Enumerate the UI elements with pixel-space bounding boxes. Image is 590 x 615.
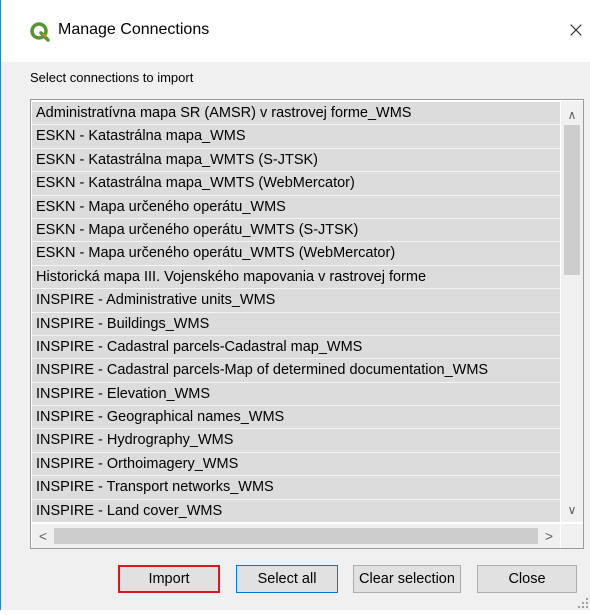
- scroll-right-icon[interactable]: >: [538, 524, 560, 548]
- scroll-up-icon[interactable]: ∧: [561, 105, 583, 125]
- connection-list-item[interactable]: ESKN - Katastrálna mapa_WMTS (WebMercato…: [32, 172, 560, 196]
- connection-list-item[interactable]: INSPIRE - Elevation_WMS: [32, 382, 560, 407]
- connection-list-item[interactable]: ESKN - Mapa určeného operátu_WMTS (WebMe…: [32, 242, 560, 266]
- close-icon[interactable]: ×: [562, 14, 590, 48]
- resize-grip-icon[interactable]: [576, 596, 590, 610]
- connection-list-item[interactable]: Historická mapa III. Vojenského mapovani…: [32, 265, 560, 290]
- qgis-icon: [30, 22, 50, 42]
- connection-list-item[interactable]: INSPIRE - Buildings_WMS: [32, 312, 560, 336]
- scroll-down-icon[interactable]: ∨: [561, 500, 583, 520]
- clear-selection-button[interactable]: Clear selection: [353, 565, 461, 593]
- vertical-scroll-thumb[interactable]: [564, 125, 580, 275]
- connection-list-item[interactable]: INSPIRE - Cadastral parcels-Cadastral ma…: [32, 335, 560, 360]
- horizontal-scroll-thumb[interactable]: [54, 528, 538, 544]
- select-all-button[interactable]: Select all: [236, 565, 338, 593]
- import-button[interactable]: Import: [118, 565, 220, 593]
- close-button[interactable]: Close: [477, 565, 577, 593]
- scroll-left-icon[interactable]: <: [32, 524, 54, 548]
- horizontal-scrollbar[interactable]: < >: [32, 524, 560, 548]
- window-title: Manage Connections: [58, 21, 210, 38]
- scrollbar-corner: [561, 524, 583, 548]
- connection-list-item[interactable]: INSPIRE - Transport networks_WMS: [32, 476, 560, 500]
- vertical-scrollbar[interactable]: ∧ ∨: [561, 101, 583, 522]
- manage-connections-dialog: Manage Connections × Select connections …: [0, 0, 590, 610]
- title-bar[interactable]: Manage Connections ×: [1, 0, 590, 62]
- connection-list-item[interactable]: ESKN - Katastrálna mapa_WMS: [32, 125, 560, 149]
- connection-list-item[interactable]: ESKN - Mapa určeného operátu_WMS: [32, 195, 560, 219]
- select-connections-label: Select connections to import: [30, 70, 194, 85]
- connections-list-items: Administratívna mapa SR (AMSR) v rastrov…: [32, 102, 560, 522]
- connections-list[interactable]: Administratívna mapa SR (AMSR) v rastrov…: [30, 99, 584, 549]
- connection-list-item[interactable]: Administratívna mapa SR (AMSR) v rastrov…: [32, 102, 560, 126]
- connection-list-item[interactable]: INSPIRE - Land cover_WMS: [32, 499, 560, 522]
- connection-list-item[interactable]: INSPIRE - Cadastral parcels-Map of deter…: [32, 359, 560, 383]
- connection-list-item[interactable]: INSPIRE - Geographical names_WMS: [32, 406, 560, 430]
- connection-list-item[interactable]: INSPIRE - Hydrography_WMS: [32, 429, 560, 453]
- connection-list-item[interactable]: ESKN - Katastrálna mapa_WMTS (S-JTSK): [32, 148, 560, 173]
- connection-list-item[interactable]: INSPIRE - Orthoimagery_WMS: [32, 452, 560, 477]
- connection-list-item[interactable]: ESKN - Mapa určeného operátu_WMTS (S-JTS…: [32, 218, 560, 243]
- connection-list-item[interactable]: INSPIRE - Administrative units_WMS: [32, 289, 560, 313]
